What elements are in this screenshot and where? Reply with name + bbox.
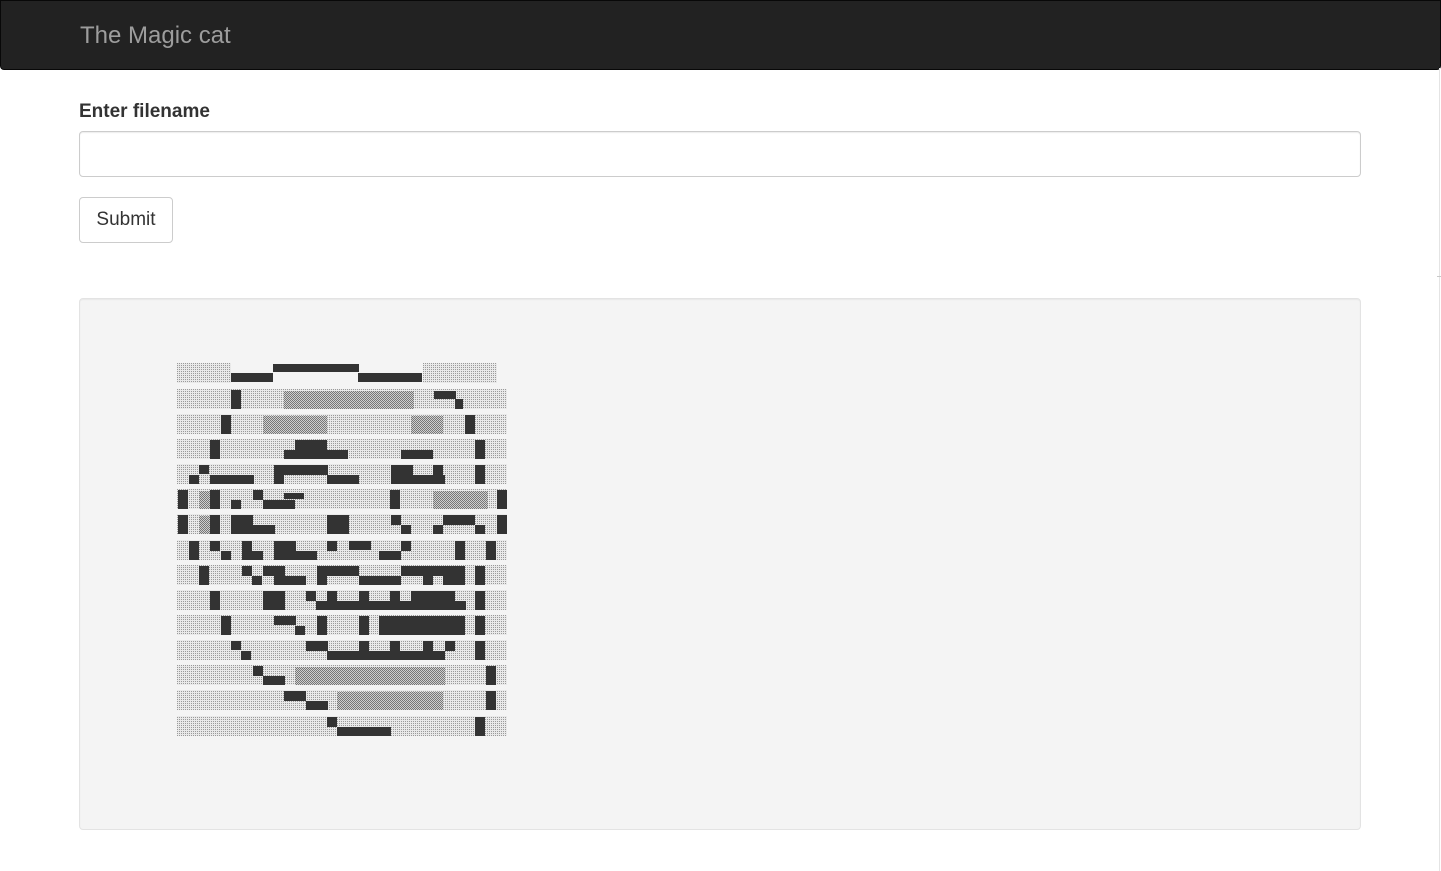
submit-button[interactable]: Submit — [79, 197, 173, 243]
filename-input[interactable] — [79, 131, 1361, 177]
scrollbar-thumb-mark — [1437, 276, 1441, 277]
navbar: The Magic cat — [0, 0, 1441, 70]
brand-title[interactable]: The Magic cat — [80, 22, 231, 50]
page-scrollbar — [1439, 68, 1440, 871]
cat-ascii-art-icon — [177, 363, 507, 736]
filename-label: Enter filename — [79, 101, 210, 122]
cat-ascii-art — [177, 363, 509, 741]
